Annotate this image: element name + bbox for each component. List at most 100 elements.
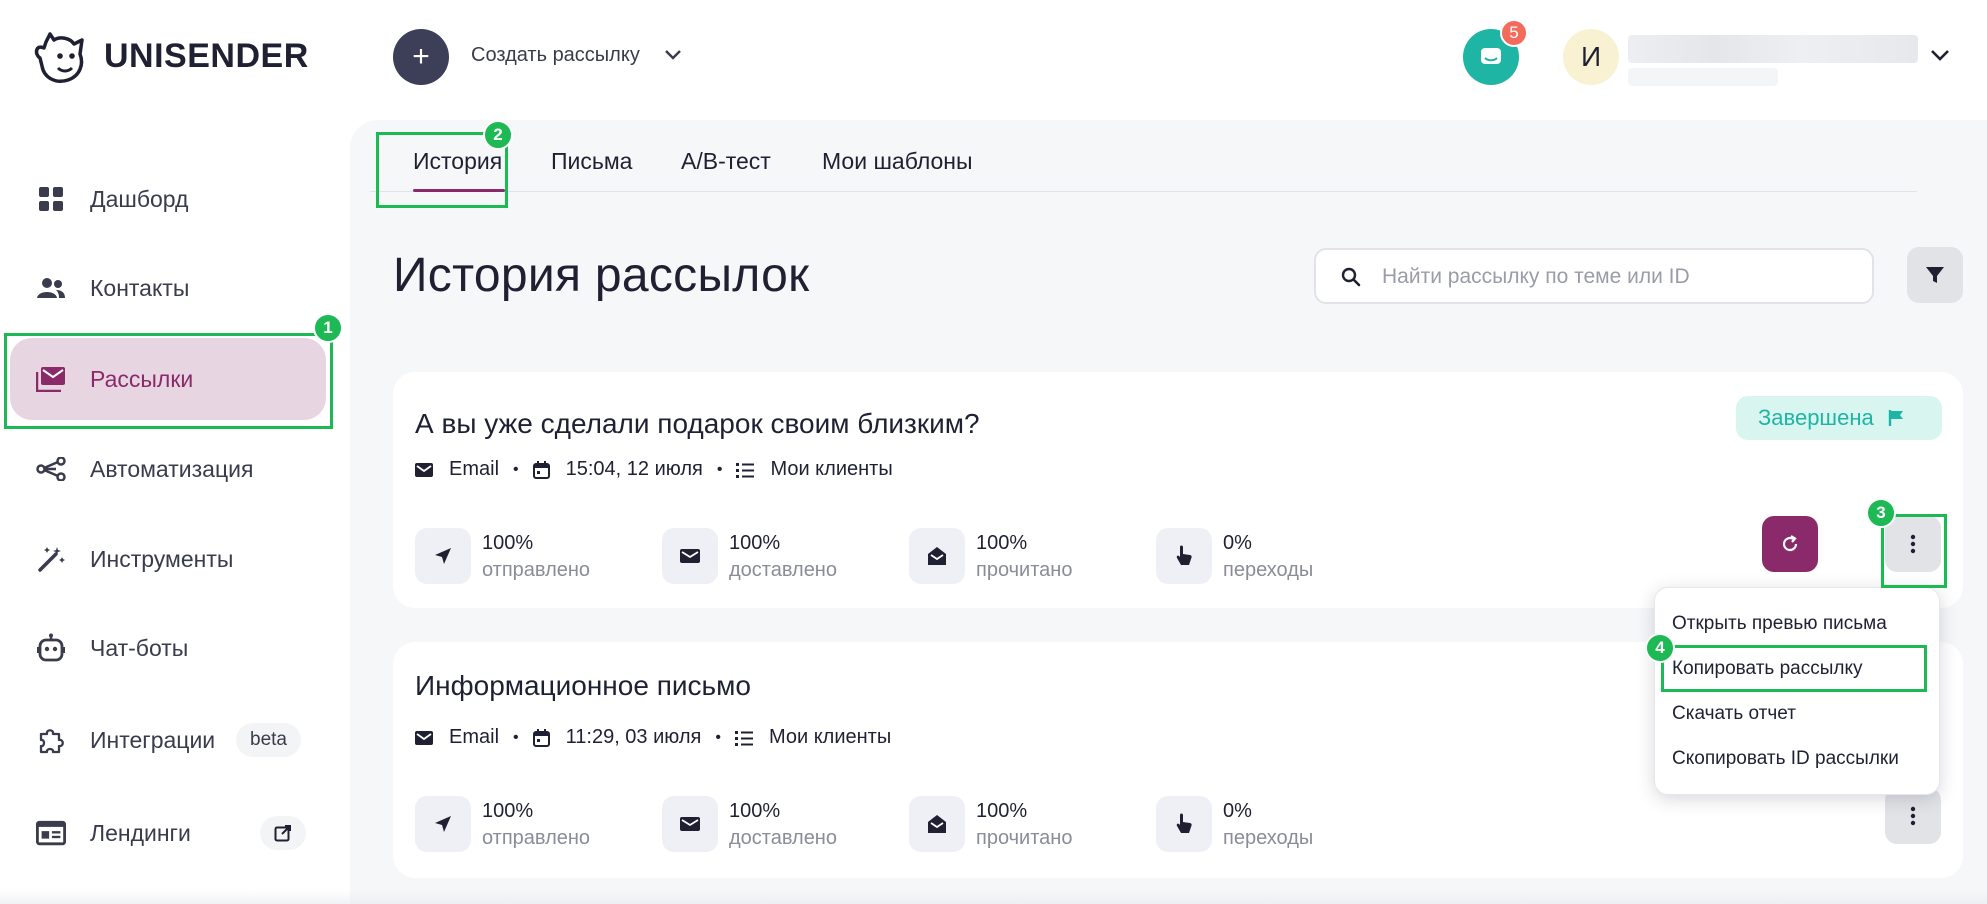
more-vertical-icon <box>1910 534 1916 554</box>
status-text: Завершена <box>1758 405 1874 430</box>
stat-opened: 100% прочитано <box>909 528 1072 584</box>
tab-letters[interactable]: Письма <box>551 148 632 175</box>
sidebar-item-tools[interactable]: Инструменты <box>10 518 326 600</box>
stat-opened: 100% прочитано <box>909 796 1072 852</box>
menu-item-open-preview[interactable]: Открыть превью письма <box>1672 613 1887 635</box>
campaign-datetime: 15:04, 12 июля <box>565 458 703 480</box>
stat-value: 0% <box>1223 800 1252 822</box>
stat-sent: 100% отправлено <box>415 796 590 852</box>
stat-sent: 100% отправлено <box>415 528 590 584</box>
account-menu-chevron-icon[interactable] <box>1930 49 1950 62</box>
stat-label: доставлено <box>729 827 837 849</box>
callout-number: 3 <box>1866 498 1896 528</box>
campaign-card[interactable]: А вы уже сделали подарок своим близким? … <box>393 372 1963 608</box>
chevron-down-icon[interactable] <box>664 49 682 61</box>
sidebar: Дашборд Контакты Рассылки Автоматизация … <box>0 120 345 904</box>
campaign-title[interactable]: А вы уже сделали подарок своим близким? <box>415 408 980 440</box>
sidebar-item-label: Контакты <box>90 274 190 301</box>
more-vertical-icon <box>1910 806 1916 826</box>
campaign-list: Мои клиенты <box>770 458 893 480</box>
separator: • <box>513 460 519 478</box>
sidebar-item-dashboard[interactable]: Дашборд <box>10 158 326 240</box>
brand-logo[interactable]: UNISENDER <box>30 26 309 86</box>
tab-my-templates[interactable]: Мои шаблоны <box>822 148 973 175</box>
calendar-icon <box>532 460 550 479</box>
sidebar-item-landings[interactable]: Лендинги <box>10 792 326 874</box>
refresh-icon <box>1782 535 1798 552</box>
external-link-icon[interactable] <box>260 816 306 850</box>
envelope-icon <box>662 528 718 584</box>
stat-delivered: 100% доставлено <box>662 528 837 584</box>
sidebar-item-label: Чат-боты <box>90 634 189 661</box>
bot-icon <box>36 633 66 663</box>
automation-icon <box>36 454 66 484</box>
sidebar-item-contacts[interactable]: Контакты <box>10 247 326 329</box>
account-name-redacted <box>1628 35 1918 63</box>
sidebar-item-label: Инструменты <box>90 545 234 572</box>
search-icon <box>1341 267 1361 287</box>
filter-button[interactable] <box>1907 247 1963 303</box>
sidebar-item-integrations[interactable]: Интеграции beta <box>10 699 326 781</box>
campaign-channel: Email <box>449 458 500 480</box>
send-icon <box>415 528 471 584</box>
create-campaign-label[interactable]: Создать рассылку <box>471 44 640 67</box>
create-campaign-button[interactable]: + <box>393 29 449 85</box>
stat-label: отправлено <box>482 559 591 581</box>
callout-number: 4 <box>1645 633 1675 663</box>
sidebar-item-label: Автоматизация <box>90 455 254 482</box>
flag-icon <box>1888 410 1903 426</box>
sidebar-item-chatbots[interactable]: Чат-боты <box>10 607 326 689</box>
stat-value: 100% <box>482 532 534 554</box>
tab-bar: История Письма A/B-тест Мои шаблоны <box>370 120 1917 192</box>
stat-label: отправлено <box>482 827 591 849</box>
stat-label: прочитано <box>976 559 1073 581</box>
campaign-meta: Email • 11:29, 03 июля • Мои клиенты <box>415 726 891 749</box>
sidebar-item-label: Интеграции <box>90 726 216 753</box>
campaign-meta: Email • 15:04, 12 июля • Мои клиенты <box>415 458 893 481</box>
stat-clicks: 0% переходы <box>1156 796 1313 852</box>
stat-value: 100% <box>482 800 534 822</box>
separator: • <box>716 460 723 478</box>
notifications-badge: 5 <box>1500 19 1528 47</box>
envelope-icon <box>415 462 433 477</box>
menu-item-copy-campaign[interactable]: Копировать рассылку <box>1672 658 1862 680</box>
puzzle-icon <box>36 725 66 755</box>
tab-ab-test[interactable]: A/B-тест <box>681 148 771 175</box>
stat-value: 100% <box>976 532 1028 554</box>
sidebar-item-label: Рассылки <box>90 365 194 392</box>
campaign-datetime: 11:29, 03 июля <box>565 726 702 748</box>
stat-label: переходы <box>1223 559 1314 581</box>
envelope-open-icon <box>909 796 965 852</box>
stat-label: доставлено <box>729 559 837 581</box>
list-icon <box>734 730 753 746</box>
sidebar-item-label: Дашборд <box>90 185 189 212</box>
stat-value: 100% <box>729 532 781 554</box>
sidebar-item-campaigns[interactable]: Рассылки <box>10 338 326 420</box>
separator: • <box>715 728 721 746</box>
menu-item-download-report[interactable]: Скачать отчет <box>1672 703 1796 725</box>
beta-badge: beta <box>236 723 301 757</box>
filter-icon <box>1926 267 1944 283</box>
search-input[interactable] <box>1382 262 1852 292</box>
resend-button[interactable] <box>1762 516 1818 572</box>
account-email-redacted <box>1628 68 1778 86</box>
brand-name: UNISENDER <box>104 36 309 75</box>
sidebar-item-automation[interactable]: Автоматизация <box>10 428 326 510</box>
stat-delivered: 100% доставлено <box>662 796 837 852</box>
separator: • <box>513 728 519 746</box>
avatar[interactable]: И <box>1563 29 1619 85</box>
menu-item-copy-id[interactable]: Скопировать ID рассылки <box>1672 748 1899 770</box>
more-actions-button[interactable] <box>1885 788 1941 844</box>
page-title: История рассылок <box>393 249 810 302</box>
callout-number: 2 <box>483 120 513 150</box>
bottom-fade <box>0 890 1987 904</box>
stat-value: 100% <box>729 800 781 822</box>
contacts-icon <box>36 273 66 303</box>
list-icon <box>736 462 755 478</box>
more-actions-button[interactable] <box>1885 516 1941 572</box>
tab-history[interactable]: История <box>413 148 502 175</box>
campaign-channel: Email <box>449 726 500 748</box>
callout-number: 1 <box>313 313 343 343</box>
campaign-title[interactable]: Информационное письмо <box>415 670 751 702</box>
chat-icon <box>1481 48 1501 64</box>
